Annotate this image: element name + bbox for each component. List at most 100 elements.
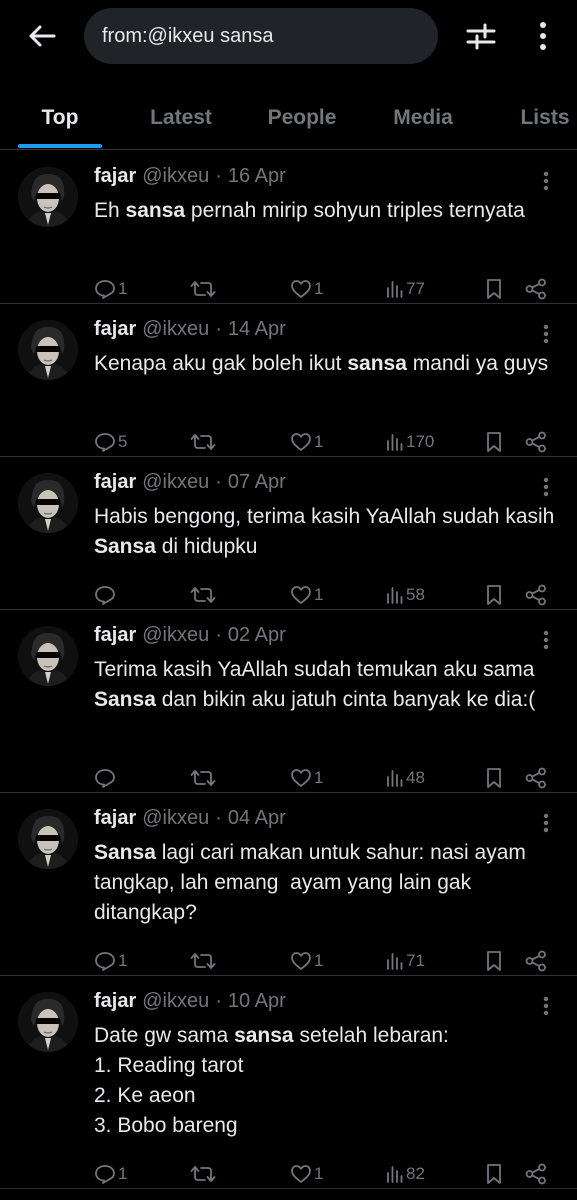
reply-icon [94,1164,116,1184]
repost-button[interactable] [190,763,218,793]
author-name[interactable]: fajar [94,165,136,188]
bookmark-button[interactable] [485,1159,503,1189]
tweet[interactable]: fajar @ikxeu · 16 Apr Eh sansa pernah mirip … [0,151,577,304]
author-handle[interactable]: @ikxeu [142,990,209,1013]
author-name[interactable]: fajar [94,624,136,647]
bookmark-button[interactable] [485,946,503,976]
tweet-date[interactable]: 16 Apr [228,165,286,188]
tweet[interactable]: fajar @ikxeu · 10 Apr Date gw sama sansa set… [0,976,577,1189]
author-handle[interactable]: @ikxeu [142,624,209,647]
reply-count: 1 [118,279,128,298]
bookmark-icon [485,1163,503,1185]
reply-button[interactable]: 1 [94,1159,127,1189]
heart-icon [290,432,312,452]
views-button[interactable]: 77 [386,274,425,304]
reply-button[interactable]: 5 [94,427,127,457]
tweet-date[interactable]: 14 Apr [228,318,286,341]
like-count: 1 [314,279,324,298]
tweet-more-button[interactable] [536,322,556,346]
tab-latest[interactable]: Latest [132,88,230,148]
like-button[interactable]: 1 [290,1159,323,1189]
reply-button[interactable] [94,763,118,793]
tweet[interactable]: fajar @ikxeu · 02 Apr Terima kasih YaAllah s… [0,610,577,793]
share-button[interactable] [525,946,547,976]
views-button[interactable]: 48 [386,763,425,793]
filter-button[interactable] [461,16,501,56]
share-button[interactable] [525,427,547,457]
avatar[interactable] [18,626,78,686]
like-button[interactable]: 1 [290,763,323,793]
repost-button[interactable] [190,580,218,610]
author-handle[interactable]: @ikxeu [142,807,209,830]
tab-lists[interactable]: Lists [505,88,577,148]
search-input[interactable]: from:@ikxeu sansa [84,8,438,64]
tweet-text: Date gw sama sansa setelah lebaran: 1. R… [94,1021,564,1141]
share-button[interactable] [525,1159,547,1189]
share-button[interactable] [525,763,547,793]
tweet-date[interactable]: 07 Apr [228,471,286,494]
tweet-actions: 1 48 [94,763,554,793]
views-button[interactable]: 71 [386,946,425,976]
author-name[interactable]: fajar [94,990,136,1013]
more-vertical-icon [543,477,549,497]
bookmark-button[interactable] [485,580,503,610]
views-button[interactable]: 82 [386,1159,425,1189]
author-name[interactable]: fajar [94,807,136,830]
repost-icon [190,585,216,605]
avatar[interactable] [18,473,78,533]
tweet-more-button[interactable] [536,811,556,835]
like-button[interactable]: 1 [290,274,323,304]
tweet-more-button[interactable] [536,994,556,1018]
bookmark-button[interactable] [485,427,503,457]
repost-button[interactable] [190,427,218,457]
like-button[interactable]: 1 [290,427,323,457]
separator-dot: · [215,471,222,493]
bookmark-icon [485,431,503,453]
heart-icon [290,951,312,971]
overflow-menu-button[interactable] [528,16,558,56]
like-button[interactable]: 1 [290,946,323,976]
back-button[interactable] [22,18,62,54]
tweet-date[interactable]: 02 Apr [228,624,286,647]
views-button[interactable]: 58 [386,580,425,610]
avatar[interactable] [18,992,78,1052]
repost-button[interactable] [190,1159,218,1189]
reply-button[interactable]: 1 [94,946,127,976]
reply-button[interactable] [94,580,118,610]
share-button[interactable] [525,274,547,304]
tweet-date[interactable]: 04 Apr [228,807,286,830]
like-count: 1 [314,585,324,604]
tweet-more-button[interactable] [536,169,556,193]
tweet[interactable]: fajar @ikxeu · 07 Apr Habis bengong, terima … [0,457,577,610]
tweet-text: Kenapa aku gak boleh ikut sansa mandi ya… [94,349,564,379]
tweet-date[interactable]: 10 Apr [228,990,286,1013]
tab-people[interactable]: People [250,88,354,148]
avatar[interactable] [18,167,78,227]
avatar[interactable] [18,320,78,380]
reply-button[interactable]: 1 [94,274,127,304]
views-count: 58 [406,585,425,604]
tab-top[interactable]: Top [18,88,102,148]
author-handle[interactable]: @ikxeu [142,318,209,341]
author-handle[interactable]: @ikxeu [142,165,209,188]
share-button[interactable] [525,580,547,610]
repost-button[interactable] [190,946,218,976]
bookmark-button[interactable] [485,274,503,304]
tweet-more-button[interactable] [536,628,556,652]
bookmark-button[interactable] [485,763,503,793]
like-button[interactable]: 1 [290,580,323,610]
repost-button[interactable] [190,274,218,304]
search-tabs: Top Latest People Media Lists [0,88,577,150]
tweet[interactable]: fajar @ikxeu · 14 Apr Kenapa aku gak boleh i… [0,304,577,457]
tweet-more-button[interactable] [536,475,556,499]
author-name[interactable]: fajar [94,471,136,494]
tweet[interactable]: fajar @ikxeu · 04 Apr Sansa lagi cari makan … [0,793,577,976]
author-handle[interactable]: @ikxeu [142,471,209,494]
repost-icon [190,279,216,299]
views-button[interactable]: 170 [386,427,434,457]
author-name[interactable]: fajar [94,318,136,341]
views-count: 82 [406,1164,425,1183]
highlighted-keyword: sansa [347,352,407,375]
avatar[interactable] [18,809,78,869]
tab-media[interactable]: Media [378,88,468,148]
